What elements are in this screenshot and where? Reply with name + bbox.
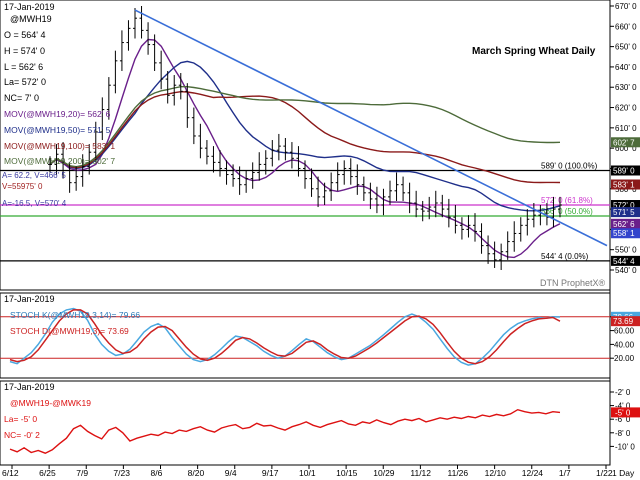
- x-tick-label: 12/24: [522, 468, 544, 478]
- volume-label-2: V=55975' 0: [2, 182, 43, 191]
- retracement-label: 589' 0 (100.0%): [541, 161, 598, 170]
- x-tick-label: 9/17: [262, 468, 279, 478]
- retracement-label: 572' 0 (61.8%): [541, 196, 593, 205]
- ma100-label: MOV(@MWH19,100)= 583' 1: [4, 141, 115, 151]
- ma200-label: MOV(@MWH19,200)= 602' 7: [4, 156, 115, 166]
- spread-net-change: NC= -0' 2: [4, 430, 40, 440]
- x-tick-label: 10/29: [373, 468, 395, 478]
- x-tick-label: 1/22: [596, 468, 613, 478]
- x-tick-label: 7/23: [113, 468, 130, 478]
- volume-label-3: A=-16.5, V=570' 4: [2, 199, 67, 208]
- price-tag-text: 583' 1: [613, 181, 635, 190]
- price-tick-label: 540' 0: [615, 266, 637, 275]
- price-tag-text: 544' 4: [613, 257, 635, 266]
- x-tick-label: 11/26: [448, 468, 469, 478]
- chart-canvas: 589' 0 (100.0%)572' 0 (61.8%)566' 0 (50.…: [0, 0, 640, 478]
- stoch-tick-label: 20.00: [614, 354, 635, 363]
- stoch-d-label: STOCH D(@MWH19,3)= 73.69: [10, 326, 129, 336]
- spread-last: La= -5' 0: [4, 414, 37, 424]
- spread-tick-label: -8' 0: [615, 429, 631, 438]
- price-tag-text: 589' 0: [613, 166, 635, 175]
- price-tick-label: 670' 0: [615, 2, 637, 11]
- price-tag-text: 558' 1: [613, 229, 635, 238]
- x-tick-label: 8/20: [188, 468, 205, 478]
- stoch-tag-text: 73.69: [613, 317, 634, 326]
- price-tag-text: 562' 6: [613, 220, 635, 229]
- price-tag-text: 571' 5: [613, 208, 635, 217]
- stoch-date: 17-Jan-2019: [4, 294, 55, 304]
- price-tick-label: 630' 0: [615, 83, 637, 92]
- x-tick-label: 10/15: [336, 468, 358, 478]
- x-tick-label: 1/7: [559, 468, 571, 478]
- spread-date: 17-Jan-2019: [4, 382, 55, 392]
- price-tick-label: 650' 0: [615, 43, 637, 52]
- stoch-tick-label: 40.00: [614, 340, 635, 349]
- x-tick-label: 7/9: [76, 468, 88, 478]
- ma50-label: MOV(@MWH19,50)= 571' 5: [4, 125, 111, 135]
- x-tick-label: 11/12: [410, 468, 431, 478]
- spread-tick-label: -10' 0: [615, 442, 635, 451]
- watermark: DTN ProphetX®: [540, 278, 606, 288]
- spread-tag-text: -5' 0: [615, 408, 631, 417]
- retracement-label: 544' 4 (0.0%): [541, 252, 589, 261]
- spread-symbol: @MWH19-@MWK19: [10, 398, 91, 408]
- price-tick-label: 620' 0: [615, 104, 637, 113]
- volume-label-1: A= 62.2, V=466' 5: [2, 171, 66, 180]
- stoch-k-label: STOCH K(@MWH19,3,14)= 79.66: [10, 310, 140, 320]
- price-tick-label: 660' 0: [615, 22, 637, 31]
- price-tag-text: 602' 7: [613, 138, 635, 147]
- price-tick-label: 610' 0: [615, 124, 637, 133]
- x-tick-label: 9/4: [225, 468, 237, 478]
- price-date: 17-Jan-2019: [4, 2, 55, 12]
- interval-label: 1 Day: [612, 468, 635, 478]
- ohlc-last: La= 572' 0: [4, 77, 46, 87]
- x-tick-label: 10/1: [299, 468, 316, 478]
- spread-tick-label: -2' 0: [615, 388, 631, 397]
- price-tick-label: 640' 0: [615, 63, 637, 72]
- x-tick-label: 12/10: [485, 468, 507, 478]
- x-tick-label: 6/12: [2, 468, 19, 478]
- x-tick-label: 6/25: [39, 468, 56, 478]
- ohlc-net-change: NC= 7' 0: [4, 93, 39, 103]
- ohlc-open: O = 564' 4: [4, 30, 46, 40]
- ohlc-low: L = 562' 6: [4, 62, 43, 72]
- chart-title: March Spring Wheat Daily: [472, 46, 596, 57]
- stoch-tick-label: 60.00: [614, 327, 635, 336]
- x-tick-label: 8/6: [151, 468, 163, 478]
- ma20-label: MOV(@MWH19,20)= 562' 6: [4, 109, 111, 119]
- ohlc-high: H = 574' 0: [4, 46, 45, 56]
- price-tick-label: 550' 0: [615, 246, 637, 255]
- ohlc-symbol: @MWH19: [10, 14, 52, 24]
